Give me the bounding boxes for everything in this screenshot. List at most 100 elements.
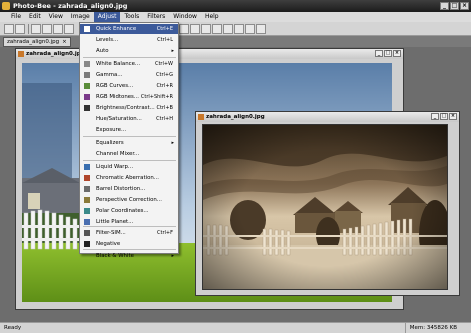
menu-edit[interactable]: Edit bbox=[25, 12, 45, 22]
menu-item-chromatic-aberration[interactable]: Chromatic Aberration... bbox=[80, 173, 178, 183]
menu-item-shortcut: Ctrl+G bbox=[156, 72, 173, 78]
maximize-button[interactable]: □ bbox=[384, 50, 392, 57]
menu-item-label: Chromatic Aberration... bbox=[96, 175, 159, 181]
menu-item-label: Exposure... bbox=[96, 127, 127, 133]
menu-item-channel-mixer[interactable]: Channel Mixer... bbox=[80, 149, 178, 159]
menu-item-black-white[interactable]: Black & White ▸ bbox=[80, 251, 178, 261]
image-icon bbox=[18, 51, 24, 57]
open-icon[interactable] bbox=[53, 24, 63, 34]
menu-item-levels[interactable]: Levels... Ctrl+L bbox=[80, 35, 178, 45]
chromatic-aberration-icon bbox=[84, 175, 90, 181]
minimize-button[interactable]: _ bbox=[431, 113, 439, 120]
menu-view[interactable]: View bbox=[45, 12, 67, 22]
barrel-distortion-icon bbox=[84, 186, 90, 192]
menu-item-label: Hue/Saturation... bbox=[96, 116, 142, 122]
menu-item-negative[interactable]: Negative bbox=[80, 239, 178, 249]
document-title: zahrada_align0.jpg bbox=[206, 114, 265, 120]
menu-item-label: Filter-SIM... bbox=[96, 230, 126, 236]
menu-item-label: Channel Mixer... bbox=[96, 151, 140, 157]
menu-item-little-planet[interactable]: Little Planet... bbox=[80, 217, 178, 227]
menu-item-filter-sim[interactable]: Filter-SIM... Ctrl+F bbox=[80, 228, 178, 238]
brightness-contrast-icon bbox=[84, 105, 90, 111]
menu-item-equalizers[interactable]: Equalizers ▸ bbox=[80, 138, 178, 148]
menu-item-label: Perspective Correction... bbox=[96, 197, 162, 203]
select-icon[interactable] bbox=[234, 24, 244, 34]
menu-file[interactable]: File bbox=[7, 12, 25, 22]
menu-filters[interactable]: Filters bbox=[143, 12, 169, 22]
menu-item-brightness-contrast[interactable]: Brightness/Contrast... Ctrl+B bbox=[80, 103, 178, 113]
undo-icon[interactable] bbox=[31, 24, 41, 34]
menu-item-auto[interactable]: Auto ▸ bbox=[80, 46, 178, 56]
menu-tools[interactable]: Tools bbox=[120, 12, 143, 22]
photo-canvas-sepia[interactable] bbox=[202, 124, 448, 290]
pointer-icon[interactable] bbox=[179, 24, 189, 34]
submenu-arrow-icon: ▸ bbox=[171, 48, 174, 54]
menu-item-label: White Balance... bbox=[96, 61, 141, 67]
menu-item-label: Polar Coordinates... bbox=[96, 208, 149, 214]
menu-image[interactable]: Image bbox=[67, 12, 94, 22]
menu-item-label: Black & White bbox=[96, 253, 134, 259]
eyedropper-icon[interactable] bbox=[212, 24, 222, 34]
menu-item-hue-saturation[interactable]: Hue/Saturation... Ctrl+H bbox=[80, 114, 178, 124]
zoom-icon[interactable] bbox=[190, 24, 200, 34]
grid-icon[interactable] bbox=[256, 24, 266, 34]
menu-item-rgb-midtones[interactable]: RGB Midtones... Ctrl+Shift+R bbox=[80, 92, 178, 102]
menu-item-label: Quick Enhance bbox=[96, 26, 137, 32]
menu-item-white-balance[interactable]: White Balance... Ctrl+W bbox=[80, 59, 178, 69]
menu-separator bbox=[83, 249, 176, 250]
menu-item-label: Auto bbox=[96, 48, 109, 54]
menu-item-shortcut: Ctrl+Shift+R bbox=[140, 94, 173, 100]
title-bar: Photo-Bee - zahrada_align0.jpg _ □ × bbox=[0, 0, 471, 12]
close-icon[interactable]: × bbox=[62, 39, 67, 45]
menu-item-barrel-distortion[interactable]: Barrel Distortion... bbox=[80, 184, 178, 194]
maximize-button[interactable]: □ bbox=[450, 2, 459, 10]
menu-window[interactable]: Window bbox=[169, 12, 201, 22]
adjust-menu-dropdown: Quick Enhance Ctrl+E Levels... Ctrl+L Auto ▸ W… bbox=[79, 22, 179, 259]
menu-item-shortcut: Ctrl+H bbox=[156, 116, 173, 122]
menu-separator bbox=[83, 160, 176, 161]
menu-item-quick-enhance[interactable]: Quick Enhance Ctrl+E bbox=[80, 24, 178, 34]
document-titlebar: zahrada_align0.jpg _ □ × bbox=[196, 112, 459, 122]
redo-icon[interactable] bbox=[42, 24, 52, 34]
document-titlebar: zahrada_align0.jpg _ □ × bbox=[16, 49, 403, 59]
text-icon[interactable] bbox=[223, 24, 233, 34]
menu-item-polar-coordinates[interactable]: Polar Coordinates... bbox=[80, 206, 178, 216]
little-planet-icon bbox=[84, 219, 90, 225]
menu-item-liquid-warp[interactable]: Liquid Warp... bbox=[80, 162, 178, 172]
menu-item-shortcut: Ctrl+L bbox=[157, 37, 173, 43]
menu-item-label: Little Planet... bbox=[96, 219, 134, 225]
garden-photo-sepia bbox=[203, 125, 447, 289]
menu-item-shortcut: Ctrl+W bbox=[154, 61, 173, 67]
crop-icon[interactable] bbox=[245, 24, 255, 34]
document-window-sepia: zahrada_align0.jpg _ □ × bbox=[195, 111, 460, 296]
menu-adjust[interactable]: Adjust bbox=[93, 12, 121, 22]
minimize-button[interactable]: _ bbox=[375, 50, 383, 57]
app-window: Photo-Bee - zahrada_align0.jpg _ □ × Fil… bbox=[0, 0, 471, 333]
minimize-button[interactable]: _ bbox=[440, 2, 449, 10]
maximize-button[interactable]: □ bbox=[440, 113, 448, 120]
menu-item-label: Barrel Distortion... bbox=[96, 186, 146, 192]
menu-item-perspective-correction[interactable]: Perspective Correction... bbox=[80, 195, 178, 205]
menu-item-gamma[interactable]: Gamma... Ctrl+G bbox=[80, 70, 178, 80]
close-button[interactable]: × bbox=[393, 50, 401, 57]
tab-document[interactable]: zahrada_align0.jpg × bbox=[3, 37, 71, 47]
menu-item-label: RGB Midtones... bbox=[96, 94, 139, 100]
menu-item-rgb-curves[interactable]: RGB Curves... Ctrl+R bbox=[80, 81, 178, 91]
hand-icon[interactable] bbox=[201, 24, 211, 34]
liquid-warp-icon bbox=[84, 164, 90, 170]
close-button[interactable]: × bbox=[449, 113, 457, 120]
window-title: Photo-Bee - zahrada_align0.jpg bbox=[13, 2, 128, 10]
status-text: Ready bbox=[4, 325, 22, 331]
app-icon bbox=[2, 2, 10, 10]
submenu-arrow-icon: ▸ bbox=[171, 140, 174, 146]
tab-label: zahrada_align0.jpg bbox=[7, 39, 60, 45]
dropdown-icon[interactable] bbox=[15, 24, 25, 34]
copy-icon[interactable] bbox=[64, 24, 74, 34]
menu-item-shortcut: Ctrl+B bbox=[156, 105, 173, 111]
menu-item-label: Gamma... bbox=[96, 72, 123, 78]
close-button[interactable]: × bbox=[460, 2, 469, 10]
menu-item-exposure[interactable]: Exposure... bbox=[80, 125, 178, 135]
menu-item-label: Liquid Warp... bbox=[96, 164, 134, 170]
save-icon[interactable] bbox=[4, 24, 14, 34]
menu-help[interactable]: Help bbox=[201, 12, 223, 22]
